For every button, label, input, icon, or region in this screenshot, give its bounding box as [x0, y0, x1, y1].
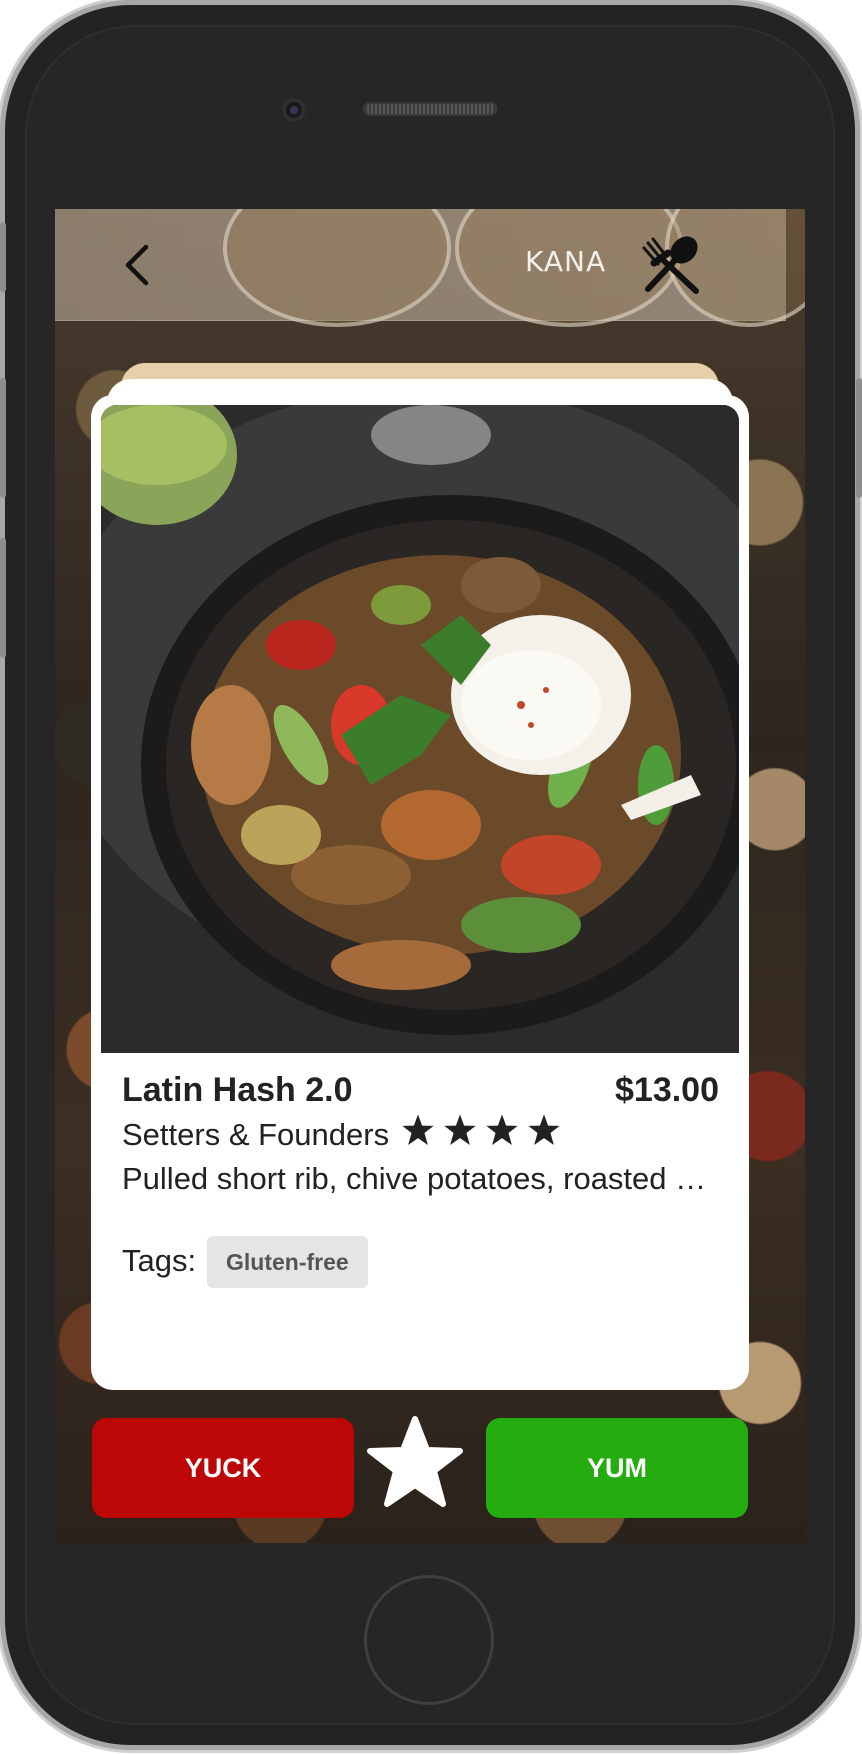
dish-card[interactable]: Latin Hash 2.0 $13.00 Setters & Founders… [91, 395, 749, 1390]
star-icon [367, 1416, 463, 1507]
rating-star-icon [528, 1114, 560, 1145]
dish-name: Latin Hash 2.0 [122, 1071, 353, 1109]
tag-gluten-free[interactable]: Gluten-free [207, 1236, 368, 1288]
fork-spoon-crossed-icon [642, 236, 699, 294]
star-rating [401, 1113, 561, 1147]
restaurant-name: Setters & Founders [122, 1117, 390, 1152]
rating-star-icon [444, 1114, 476, 1145]
favorite-button[interactable] [365, 1413, 465, 1513]
back-button[interactable] [113, 237, 161, 293]
dish-photo-illustration [101, 405, 739, 1053]
silent-switch [0, 222, 6, 292]
dish-price: $13.00 [615, 1071, 719, 1109]
chevron-left-icon [125, 244, 149, 286]
tags-label: Tags: [122, 1243, 197, 1278]
yum-button[interactable]: YUM [486, 1418, 748, 1518]
menu-button[interactable] [640, 233, 704, 297]
yuck-button[interactable]: YUCK [92, 1418, 354, 1518]
earpiece-speaker [363, 102, 497, 116]
front-camera [282, 98, 306, 122]
home-button[interactable] [364, 1575, 494, 1705]
volume-up-button [0, 378, 6, 498]
dish-photo [101, 405, 739, 1053]
background-bowl [223, 209, 451, 327]
app-title: KANA [525, 245, 607, 278]
dish-description: Pulled short rib, chive potatoes, roaste… [122, 1161, 707, 1196]
rating-star-icon [402, 1114, 434, 1145]
volume-down-button [0, 538, 6, 658]
header-bar: KANA [55, 209, 805, 327]
app-screen: KANA Latin Hash 2.0 $13.00 Setters & Fou… [55, 209, 805, 1543]
rating-star-icon [486, 1114, 518, 1145]
power-button [856, 378, 862, 498]
